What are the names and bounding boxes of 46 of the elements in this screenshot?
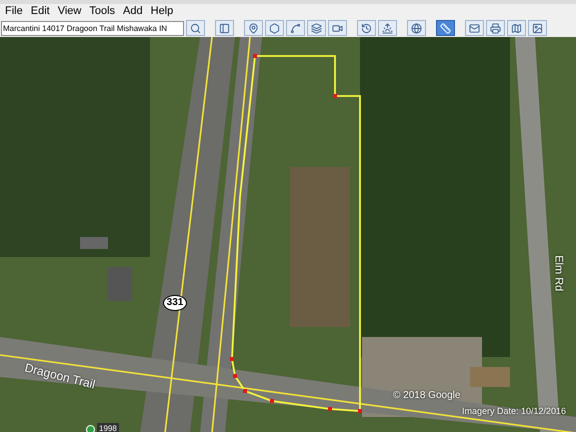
toolbar-button[interactable] (436, 20, 455, 36)
street-label: Dragoon Trail (22, 360, 98, 394)
building-roof (108, 267, 132, 301)
globe-icon (411, 22, 422, 34)
history-icon[interactable] (86, 424, 95, 432)
printer-icon (490, 22, 501, 34)
toolbar-button[interactable] (244, 20, 263, 36)
camera-icon (332, 22, 343, 34)
search-icon (190, 22, 201, 34)
hexagon-icon (269, 22, 280, 34)
toolbar-button[interactable] (465, 20, 484, 36)
toolbar-button[interactable] (286, 20, 305, 36)
sunrise-icon (382, 22, 393, 34)
sidebar-icon (219, 22, 230, 34)
history-year: 1998 (97, 423, 119, 432)
toolbar-button[interactable] (328, 20, 347, 36)
toolbar-button[interactable] (307, 20, 326, 36)
map-icon (511, 22, 522, 34)
mail-icon (469, 22, 480, 34)
pin-icon (248, 22, 259, 34)
toolbar-button[interactable] (486, 20, 505, 36)
toolbar-button[interactable] (507, 20, 526, 36)
toolbar-button[interactable] (407, 20, 426, 36)
menu-item[interactable]: Help (148, 3, 176, 20)
menu-item[interactable]: File (2, 3, 26, 20)
toolbar-button[interactable] (186, 20, 205, 36)
copyright-text: © 2018 Google (393, 389, 460, 403)
toolbar-button[interactable] (215, 20, 234, 36)
menu-item[interactable]: View (54, 3, 84, 20)
layers-icon (311, 22, 322, 34)
toolbar-button[interactable] (378, 20, 397, 36)
menu-item[interactable]: Edit (28, 3, 53, 20)
menu-item[interactable]: Add (120, 3, 146, 20)
clock-icon (361, 22, 372, 34)
toolbar-button[interactable] (528, 20, 547, 36)
image-icon (532, 22, 543, 34)
toolbar-button[interactable] (357, 20, 376, 36)
ruler-icon (440, 22, 451, 34)
menu-item[interactable]: Tools (86, 3, 118, 20)
street-label: Elm Rd (551, 255, 566, 292)
path-icon (290, 22, 301, 34)
building-roof (470, 367, 510, 387)
search-field[interactable]: Marcantini 14017 Dragoon Trail Mishawaka IN (1, 20, 184, 36)
imagery-date: Imagery Date: 10/12/2016 (462, 405, 566, 418)
building-roof (80, 237, 108, 249)
toolbar-button[interactable] (265, 20, 284, 36)
